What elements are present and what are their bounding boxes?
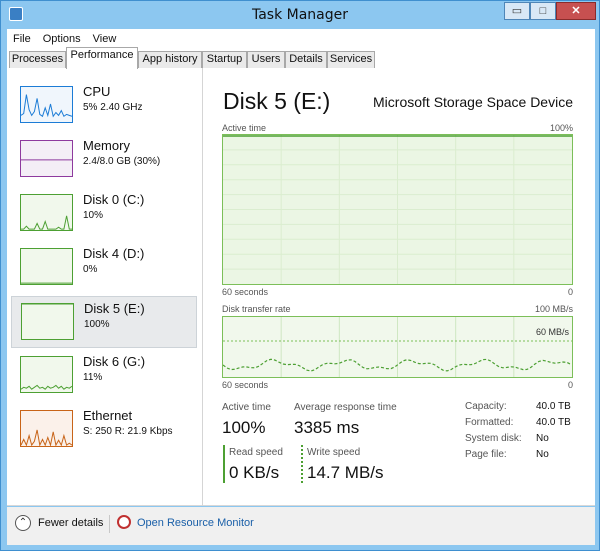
tab-startup[interactable]: Startup — [202, 51, 247, 68]
task-manager-window: Task Manager ▭ □ ✕ File Options View Proce… — [0, 0, 600, 551]
chevron-up-icon[interactable]: ⌃ — [15, 515, 31, 531]
disk0-thumbnail-graph — [20, 194, 73, 231]
read-speed-value: 0 KB/s — [229, 463, 280, 482]
tab-performance[interactable]: Performance — [66, 47, 138, 69]
tab-app-history[interactable]: App history — [138, 51, 202, 68]
thumbnail-trace-fill — [21, 159, 72, 176]
sidebar-item-name: Disk 6 (G:) — [83, 354, 146, 369]
sidebar-item-detail: 0% — [83, 264, 98, 275]
transfer-rate-midline-label: 60 MB/s — [535, 327, 569, 337]
transfer-rate-graph-xlabel: 60 seconds — [222, 380, 269, 390]
disk6-thumbnail-graph — [20, 356, 73, 393]
sidebar-item-disk4[interactable]: Disk 4 (D:) 0% — [11, 242, 197, 294]
ethernet-thumbnail-graph — [20, 410, 73, 447]
cpu-thumbnail-graph — [20, 86, 73, 123]
maximize-button[interactable]: □ — [530, 2, 556, 20]
sidebar-item-disk5[interactable]: Disk 5 (E:) 100% — [11, 296, 197, 348]
disk-title: Disk 5 (E:) — [223, 88, 331, 114]
minimize-button[interactable]: ▭ — [504, 2, 530, 20]
sidebar-item-detail: 5% 2.40 GHz — [83, 102, 143, 113]
sidebar-item-memory[interactable]: Memory 2.4/8.0 GB (30%) — [11, 134, 197, 186]
active-time-graph-xlabel: 60 seconds — [222, 287, 269, 297]
active-time-fill — [223, 136, 572, 284]
disk5-thumbnail-graph — [21, 303, 74, 340]
active-time-graph-min: 0 — [567, 287, 573, 297]
transfer-rate-graph-min: 0 — [567, 380, 573, 390]
sidebar-item-disk0[interactable]: Disk 0 (C:) 10% — [11, 188, 197, 240]
footer-divider — [109, 515, 110, 533]
transfer-rate-graph-label: Disk transfer rate — [222, 304, 291, 314]
menu-options[interactable]: Options — [37, 31, 87, 45]
active-time-stat-value: 100% — [222, 418, 266, 437]
sidebar-item-name: Disk 5 (E:) — [84, 301, 145, 316]
response-time-stat-label: Average response time — [294, 402, 397, 413]
fewer-details-link[interactable]: Fewer details — [38, 517, 103, 529]
memory-thumbnail-graph — [20, 140, 73, 177]
sidebar-item-ethernet[interactable]: Ethernet S: 250 R: 21.9 Kbps — [11, 404, 197, 456]
sidebar-item-disk6[interactable]: Disk 6 (G:) 11% — [11, 350, 197, 402]
disk4-thumbnail-graph — [20, 248, 73, 285]
active-time-graph — [222, 134, 573, 285]
formatted-label: Formatted: — [465, 417, 514, 428]
open-resource-monitor-link[interactable]: Open Resource Monitor — [137, 517, 254, 529]
write-speed-marker — [301, 445, 303, 483]
response-time-stat-value: 3385 ms — [294, 418, 360, 437]
transfer-rate-graph-max: 100 MB/s — [534, 304, 573, 314]
thumbnail-trace-fill — [22, 304, 73, 339]
title-bar[interactable]: Task Manager ▭ □ ✕ — [1, 1, 599, 29]
sidebar-item-name: Disk 0 (C:) — [83, 192, 145, 207]
sidebar-item-detail: 11% — [83, 372, 103, 383]
close-button[interactable]: ✕ — [556, 2, 596, 20]
tab-processes[interactable]: Processes — [9, 51, 66, 68]
capacity-label: Capacity: — [465, 401, 507, 412]
read-speed-marker — [223, 445, 225, 483]
sidebar-item-cpu[interactable]: CPU 5% 2.40 GHz — [11, 80, 197, 132]
sidebar-item-detail: 10% — [83, 210, 104, 221]
sidebar-item-detail: 2.4/8.0 GB (30%) — [83, 156, 161, 167]
tab-users[interactable]: Users — [247, 51, 285, 68]
active-time-stat-label: Active time — [222, 402, 271, 413]
footer-bar: ⌃ Fewer details Open Resource Monitor — [7, 507, 595, 545]
transfer-rate-graph — [222, 316, 573, 378]
menu-file[interactable]: File — [7, 31, 37, 45]
menu-bar: File Options View — [7, 29, 595, 45]
write-speed-value: 14.7 MB/s — [307, 463, 384, 482]
sidebar-item-name: Memory — [83, 138, 130, 153]
sidebar-item-name: Disk 4 (D:) — [83, 246, 145, 261]
write-speed-label: Write speed — [307, 447, 361, 458]
disk-detail-panel: Disk 5 (E:) Microsoft Storage Space Devi… — [203, 68, 595, 506]
formatted-value: 40.0 TB — [536, 417, 571, 428]
sidebar-item-detail: S: 250 R: 21.9 Kbps — [83, 426, 173, 437]
performance-pane: CPU 5% 2.40 GHz Memory 2.4/8.0 GB (30%) … — [7, 68, 595, 506]
read-speed-label: Read speed — [229, 447, 283, 458]
active-time-graph-max: 100% — [549, 123, 573, 133]
page-file-value: No — [536, 449, 549, 460]
sidebar-item-name: CPU — [83, 84, 111, 99]
sidebar-item-name: Ethernet — [83, 408, 133, 423]
active-time-graph-label: Active time — [222, 123, 267, 133]
resource-monitor-icon[interactable] — [117, 515, 131, 529]
menu-view[interactable]: View — [87, 31, 123, 45]
resource-sidebar: CPU 5% 2.40 GHz Memory 2.4/8.0 GB (30%) … — [7, 68, 203, 506]
system-disk-label: System disk: — [465, 433, 522, 444]
tab-details[interactable]: Details — [285, 51, 327, 68]
system-disk-value: No — [536, 433, 549, 444]
tab-strip: Processes Performance App history Startu… — [7, 45, 595, 69]
sidebar-item-detail: 100% — [84, 319, 110, 330]
disk-model: Microsoft Storage Space Device — [373, 94, 573, 110]
tab-services[interactable]: Services — [327, 51, 375, 68]
page-file-label: Page file: — [465, 449, 507, 460]
capacity-value: 40.0 TB — [536, 401, 571, 412]
